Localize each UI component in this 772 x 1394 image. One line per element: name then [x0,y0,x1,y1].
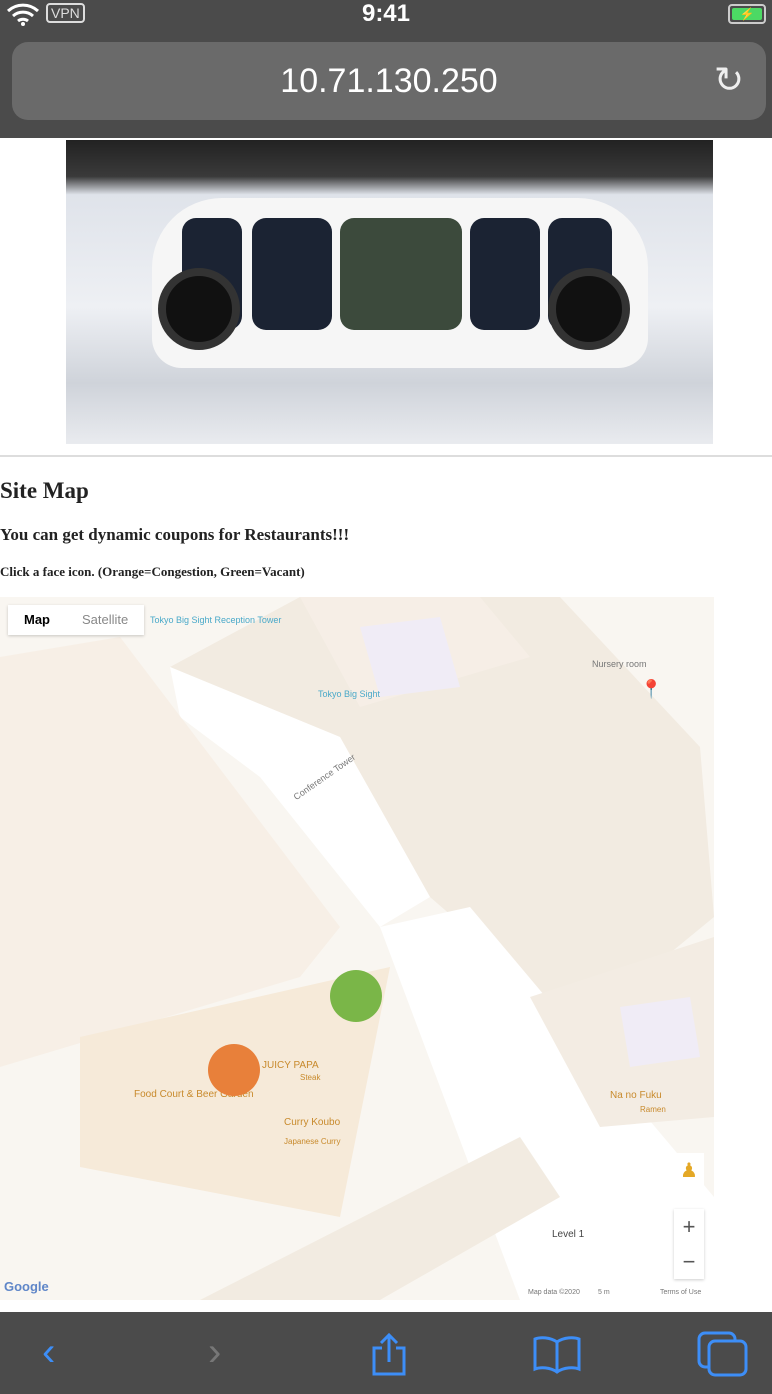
map-tiles [0,597,714,1300]
place-label[interactable]: Tokyo Big Sight [318,689,380,699]
map-type-satellite-button[interactable]: Satellite [66,605,144,635]
status-bar: VPN 9:41 ⚡ [0,0,772,30]
terms-link[interactable]: Terms of Use [660,1289,701,1296]
browser-chrome: VPN 9:41 ⚡ 10.71.130.250 ↻ [0,0,772,138]
place-label[interactable]: Na no Fuku [610,1090,662,1101]
zoom-out-button[interactable]: − [674,1244,704,1279]
zoom-control: + − [674,1209,704,1279]
map-data-text: Map data ©2020 [528,1289,580,1296]
google-logo: Google [4,1279,49,1294]
map-type-control: Map Satellite [8,605,145,635]
forward-icon[interactable]: › [208,1330,221,1374]
vacant-face-icon[interactable] [330,970,382,1022]
back-icon[interactable]: ‹ [42,1330,55,1374]
congestion-face-icon[interactable] [208,1044,260,1096]
pin-icon: 📍 [640,679,663,699]
place-sublabel: Steak [300,1073,321,1082]
place-label[interactable]: Tokyo Big Sight Reception Tower [150,615,281,625]
level-label: Level 1 [552,1229,585,1240]
zoom-in-button[interactable]: + [674,1209,704,1244]
map-type-map-button[interactable]: Map [8,605,66,635]
scale-text: 5 m [598,1289,610,1296]
site-map[interactable]: Map Satellite Tokyo Big Sight Reception … [0,597,714,1300]
browser-toolbar: ‹ › [0,1312,772,1394]
battery-icon: ⚡ [728,4,766,24]
place-label[interactable]: JUICY PAPA [262,1060,319,1071]
address-bar[interactable]: 10.71.130.250 ↻ [12,42,766,120]
place-sublabel: Japanese Curry [284,1137,341,1146]
place-label[interactable]: Nursery room [592,659,647,669]
url-text: 10.71.130.250 [280,62,498,100]
bookmarks-icon[interactable] [532,1334,582,1374]
pegman-icon[interactable]: ♟ [674,1153,704,1189]
divider [0,455,772,457]
tabs-icon[interactable] [696,1330,750,1378]
share-icon[interactable] [368,1332,410,1376]
page-title: Site Map [0,478,89,503]
reload-icon[interactable]: ↻ [714,60,744,100]
instructions-text: Click a face icon. (Orange=Congestion, G… [0,564,305,579]
place-sublabel: Ramen [640,1105,666,1114]
coupon-text: You can get dynamic coupons for Restaura… [0,525,350,544]
place-label[interactable]: Curry Koubo [284,1117,340,1128]
vehicle-image [66,140,713,444]
clock: 9:41 [361,0,411,27]
